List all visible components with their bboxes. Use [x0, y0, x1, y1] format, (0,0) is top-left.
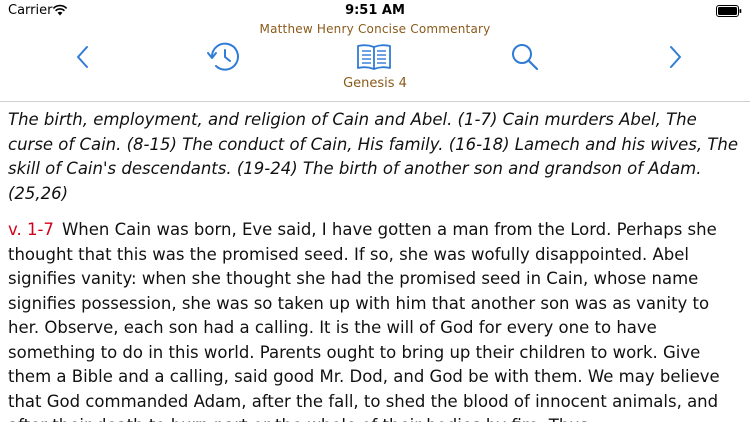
screen: Carrier 9:51 AM Matthew Henry Concise Co… — [0, 0, 750, 422]
status-bar: Carrier 9:51 AM — [0, 0, 750, 22]
chapter-label[interactable]: Genesis 4 — [0, 76, 750, 91]
search-icon[interactable] — [510, 42, 540, 72]
open-book-icon[interactable] — [355, 43, 393, 71]
status-time: 9:51 AM — [345, 3, 405, 18]
commentary-text: When Cain was born, Eve said, I have got… — [8, 220, 720, 422]
toolbar: Genesis 4 — [0, 38, 750, 94]
commentary-content: The birth, employment, and religion of C… — [8, 108, 744, 422]
app-title: Matthew Henry Concise Commentary — [259, 22, 491, 36]
chevron-left-icon[interactable] — [72, 44, 94, 70]
chapter-summary: The birth, employment, and religion of C… — [8, 110, 739, 203]
history-clock-icon[interactable] — [204, 40, 244, 74]
verse-paragraph: v. 1-7 When Cain was born, Eve said, I ha… — [8, 218, 744, 422]
header-divider — [0, 101, 750, 102]
battery-icon — [716, 5, 742, 17]
chevron-right-icon[interactable] — [664, 44, 686, 70]
verse-reference-link[interactable]: v. 1-7 — [8, 220, 54, 239]
